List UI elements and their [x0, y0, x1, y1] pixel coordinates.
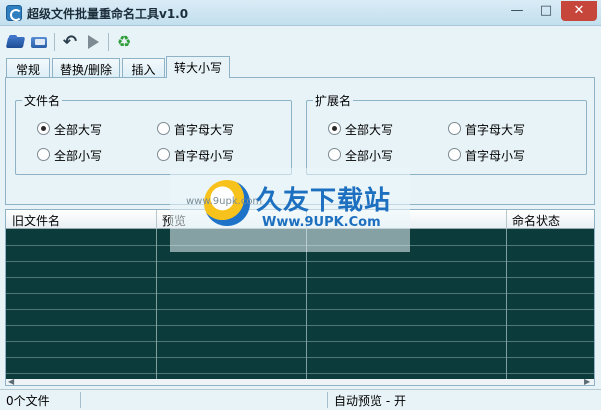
window-title: 超级文件批量重命名工具v1.0 [27, 7, 189, 21]
radio-label: 全部小写 [345, 149, 394, 163]
column-divider[interactable] [156, 210, 157, 229]
radio-label: 首字母大写 [174, 123, 235, 137]
radio-unchecked-icon[interactable] [448, 122, 461, 135]
close-button[interactable]: ✕ [561, 1, 597, 21]
toolbar-separator [108, 33, 109, 51]
radio-unchecked-icon[interactable] [448, 148, 461, 161]
radio-checked-icon[interactable] [37, 122, 50, 135]
status-separator [80, 392, 81, 408]
title-bar: 超级文件批量重命名工具v1.0 — □ ✕ [0, 0, 601, 26]
undo-icon[interactable]: ↶ [60, 32, 80, 52]
status-separator [327, 392, 328, 408]
scroll-right-icon[interactable]: ▶ [584, 377, 590, 385]
column-header-old-name[interactable]: 旧文件名 [12, 212, 60, 229]
open-files-icon[interactable] [6, 32, 26, 52]
tab-replace-delete[interactable]: 替换/删除 [52, 58, 120, 77]
extension-group: 扩展名 全部大写 首字母大写 全部小写 首字母小写 [306, 92, 587, 175]
file-name-group: 文件名 全部大写 首字母大写 全部小写 首字母小写 [15, 92, 292, 175]
maximize-button[interactable]: □ [532, 1, 560, 21]
open-folder-icon[interactable] [29, 32, 49, 52]
column-header-status[interactable]: 命名状态 [512, 212, 560, 229]
radio-unchecked-icon[interactable] [157, 122, 170, 135]
radio-label: 首字母小写 [174, 149, 235, 163]
recycle-icon[interactable]: ♻ [114, 32, 134, 52]
radio-label: 全部大写 [345, 123, 394, 137]
extension-legend: 扩展名 [313, 92, 354, 109]
watermark-small-url: www.9upk.com [186, 196, 263, 207]
watermark-url: Www.9UPK.Com [262, 215, 381, 230]
toolbar: ↶ ♻ [0, 27, 601, 57]
tab-general[interactable]: 常规 [6, 58, 50, 77]
column-gridline [156, 229, 157, 379]
toolbar-separator [54, 33, 55, 51]
radio-label: 全部小写 [54, 149, 103, 163]
radio-checked-icon[interactable] [328, 122, 341, 135]
auto-preview-status: 自动预览 - 开 [334, 394, 406, 408]
app-icon [6, 5, 22, 21]
tab-insert[interactable]: 插入 [122, 58, 165, 77]
radio-label: 首字母大写 [465, 123, 526, 137]
radio-unchecked-icon[interactable] [157, 148, 170, 161]
radio-label: 全部大写 [54, 123, 103, 137]
scroll-left-icon[interactable]: ◀ [8, 377, 14, 385]
minimize-button[interactable]: — [503, 1, 531, 21]
file-count-status: 0个文件 [6, 394, 50, 408]
horizontal-scrollbar[interactable]: ◀ ▶ [6, 377, 594, 385]
file-name-legend: 文件名 [22, 92, 63, 109]
radio-unchecked-icon[interactable] [328, 148, 341, 161]
column-gridline [506, 229, 507, 379]
radio-label: 首字母小写 [465, 149, 526, 163]
status-bar: 0个文件 自动预览 - 开 [0, 389, 601, 410]
tab-change-case[interactable]: 转大小写 [166, 56, 230, 78]
radio-unchecked-icon[interactable] [37, 148, 50, 161]
column-divider[interactable] [506, 210, 507, 229]
run-icon[interactable] [83, 32, 103, 52]
watermark-title: 久友下载站 [256, 186, 392, 216]
